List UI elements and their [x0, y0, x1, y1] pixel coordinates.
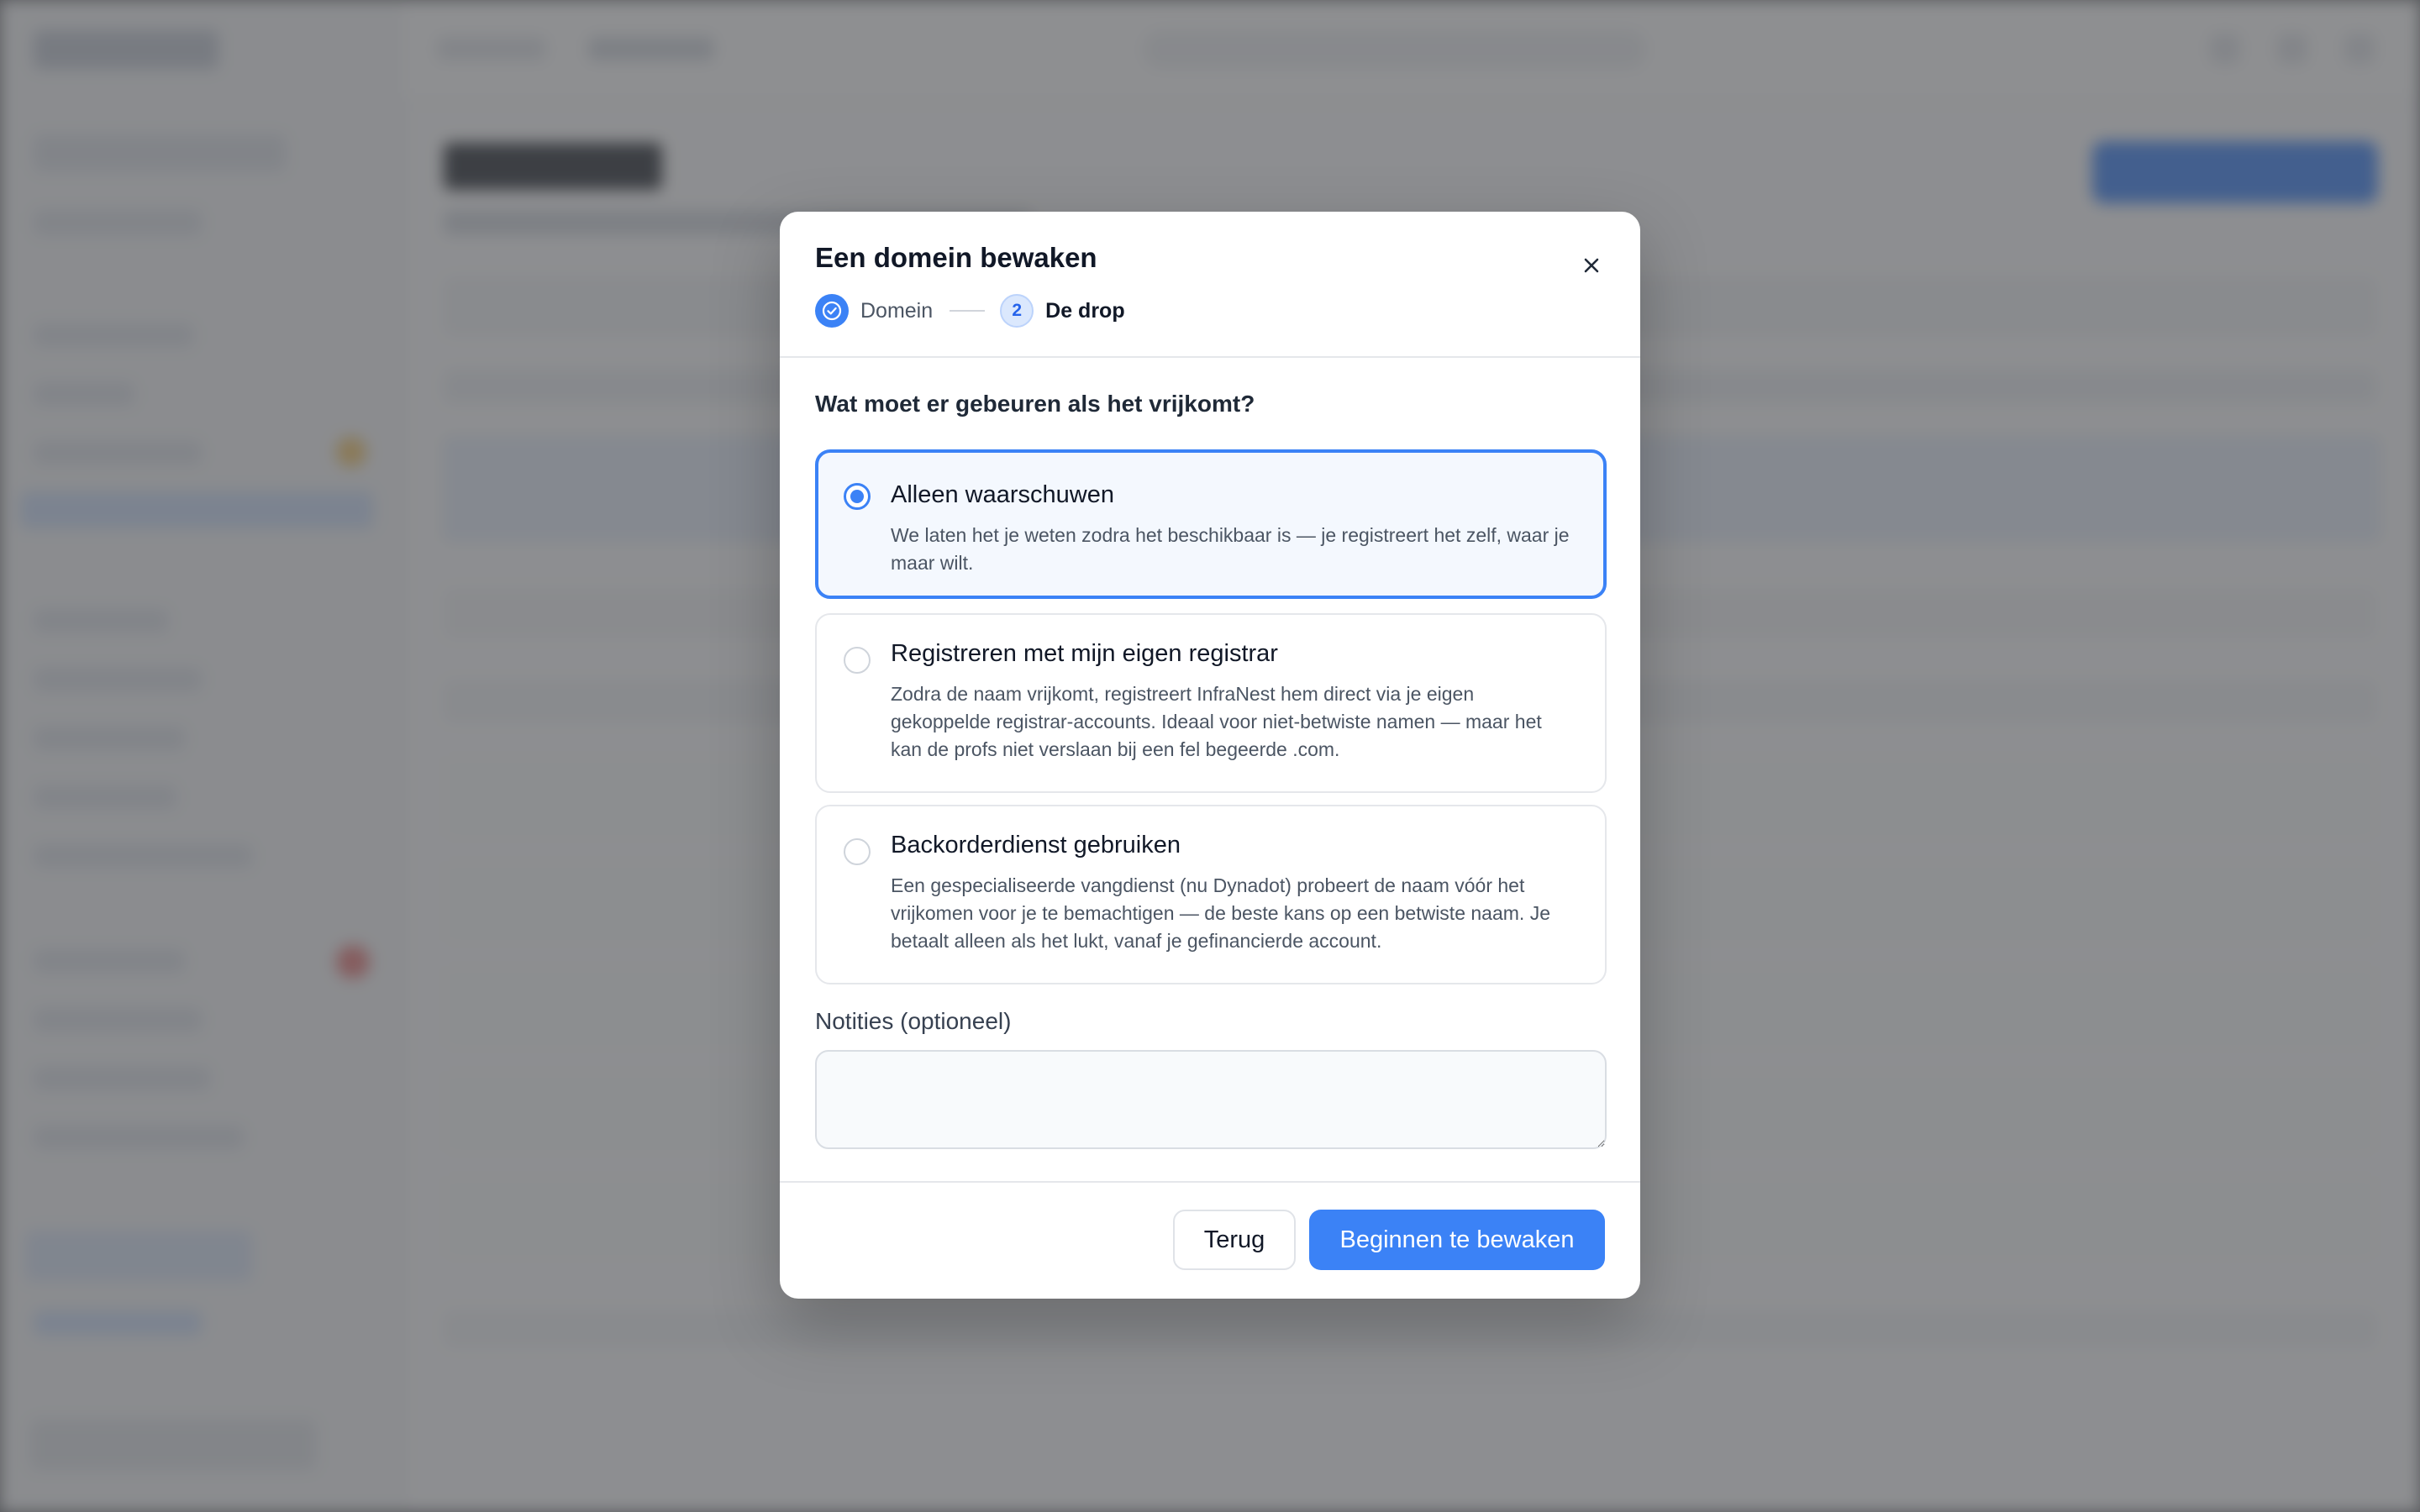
option-description: We laten het je weten zodra het beschikb…	[891, 524, 1570, 574]
option-title: Alleen waarschuwen	[891, 481, 1114, 508]
step-1-indicator	[815, 294, 849, 328]
step-2-indicator: 2	[1000, 294, 1034, 328]
step-2-label: De drop	[1045, 298, 1125, 323]
option-alert-only[interactable]: Alleen waarschuwen We laten het je weten…	[815, 449, 1607, 599]
stepper: Domein 2 De drop	[815, 292, 1125, 329]
start-watching-button[interactable]: Beginnen te bewaken	[1309, 1210, 1605, 1270]
option-title: Registreren met mijn eigen registrar	[891, 640, 1278, 667]
dialog-footer: Terug Beginnen te bewaken	[780, 1181, 1640, 1299]
option-own-registrar[interactable]: Registreren met mijn eigen registrar Zod…	[815, 613, 1607, 793]
notes-textarea[interactable]	[815, 1050, 1607, 1149]
radio-own-registrar[interactable]	[844, 647, 871, 674]
step-connector	[950, 310, 986, 312]
radio-alert-only[interactable]	[844, 483, 871, 510]
dialog-title: Een domein bewaken	[815, 242, 1097, 273]
option-backorder-service[interactable]: Backorderdienst gebruiken Een gespeciali…	[815, 805, 1607, 984]
check-circle-icon	[822, 301, 842, 321]
drop-action-question: Wat moet er gebeuren als het vrijkomt?	[815, 391, 1255, 417]
close-button[interactable]	[1573, 247, 1610, 284]
option-title: Backorderdienst gebruiken	[891, 832, 1181, 858]
notes-label: Notities (optioneel)	[815, 1008, 1012, 1034]
watch-domain-dialog: Een domein bewaken Domein 2 De drop Wat …	[780, 212, 1640, 1299]
radio-backorder-service[interactable]	[844, 838, 871, 865]
option-description: Een gespecialiseerde vangdienst (nu Dyna…	[891, 874, 1550, 952]
close-icon	[1584, 258, 1599, 273]
dialog-header: Een domein bewaken Domein 2 De drop	[780, 212, 1640, 358]
back-button[interactable]: Terug	[1173, 1210, 1296, 1270]
option-description: Zodra de naam vrijkomt, registreert Infr…	[891, 683, 1542, 760]
step-1-label: Domein	[860, 298, 934, 323]
